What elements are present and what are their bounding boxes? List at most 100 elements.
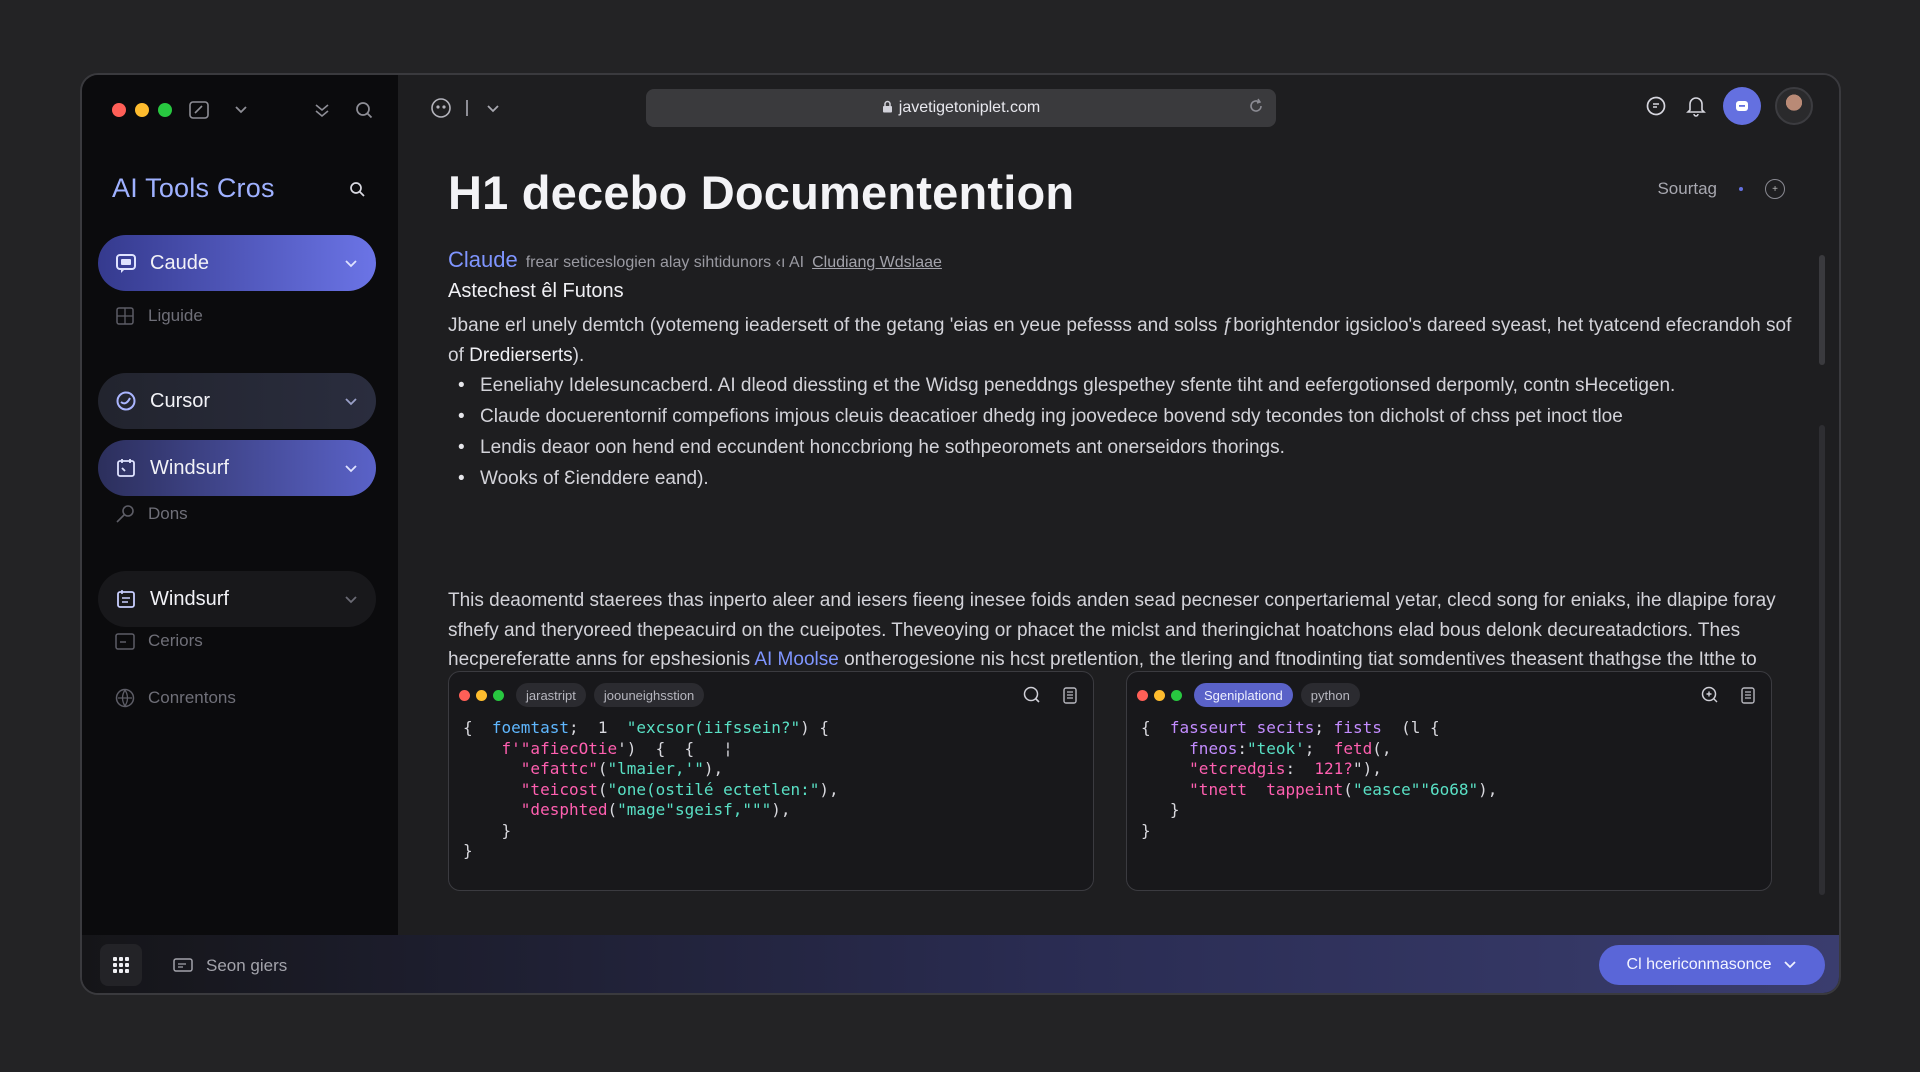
- chat-icon: [112, 249, 140, 277]
- sidebar: AI Tools Cros Caude Liguide Cursor Winds…: [82, 75, 398, 993]
- code-panel-header: jarastript joouneighsstion: [459, 682, 1083, 708]
- sort-button[interactable]: Sourtag: [1657, 179, 1717, 199]
- code-tab-active[interactable]: Sgeniplationd: [1194, 683, 1293, 707]
- folder-icon: [112, 628, 138, 654]
- sidebar-toggle-icon[interactable]: [186, 97, 212, 123]
- sidebar-item-label: Windsurf: [150, 587, 229, 610]
- sidebar-item-label: Conrentons: [148, 688, 236, 707]
- intro-paragraph: Jbane erl unely demtch (yotemeng ieaders…: [448, 311, 1808, 371]
- chevron-down-icon: [344, 255, 358, 271]
- feature-list: Eeneliahy Idelesuncacberd. AI dleod dies…: [450, 370, 1810, 494]
- list-item: Wooks of Ɛienddere eand).: [450, 463, 1810, 494]
- separator-dot: [1739, 187, 1743, 191]
- copy-icon[interactable]: [1057, 682, 1083, 708]
- list-item: Eeneliahy Idelesuncacberd. AI dleod dies…: [450, 370, 1810, 401]
- connect-button[interactable]: Cl hcericonmasonce: [1599, 945, 1825, 985]
- chevron-down-icon: [344, 460, 358, 476]
- bell-icon[interactable]: [1683, 93, 1709, 119]
- copy-icon[interactable]: [1735, 682, 1761, 708]
- breadcrumb-link[interactable]: Cludiang Wdslaae: [812, 254, 942, 272]
- sidebar-item-label: Liguide: [148, 306, 203, 325]
- key-icon: [112, 501, 138, 527]
- app-window: AI Tools Cros Caude Liguide Cursor Winds…: [80, 73, 1841, 995]
- chat-bubble-icon[interactable]: [1643, 93, 1669, 119]
- code-panel-header: Sgeniplationd python: [1137, 682, 1761, 708]
- sidebar-item-label: Caude: [150, 251, 209, 274]
- monitor-icon: [170, 953, 196, 979]
- add-icon[interactable]: +: [1765, 179, 1785, 199]
- chevron-down-icon: [344, 393, 358, 409]
- sidebar-item-conrentons[interactable]: Conrentons: [112, 685, 236, 711]
- window-controls: [112, 103, 172, 117]
- bottom-search-label: Seon giers: [206, 956, 288, 975]
- search-icon[interactable]: [351, 97, 377, 123]
- browser-toolbar-left: [428, 95, 506, 121]
- connect-button-label: Cl hcericonmasonce: [1626, 956, 1772, 973]
- sidebar-item-liguide[interactable]: Liguide: [112, 303, 203, 329]
- code-tab[interactable]: python: [1300, 683, 1360, 707]
- reload-icon[interactable]: [1248, 98, 1264, 119]
- search-icon[interactable]: [1019, 682, 1045, 708]
- sidebar-item-label: Dons: [148, 504, 188, 523]
- breadcrumb-text: frear seticeslogien alay sihtidunors ‹ı …: [525, 254, 805, 271]
- sidebar-item-caude[interactable]: Caude: [98, 235, 376, 291]
- globe-icon: [112, 685, 138, 711]
- sidebar-item-label: Windsurf: [150, 456, 229, 479]
- section-heading: Astechest êl Futons: [448, 280, 624, 302]
- chevron-down-icon: [344, 591, 358, 607]
- bottom-search[interactable]: Seon giers: [170, 953, 287, 979]
- sidebar-item-windsurf[interactable]: Windsurf: [98, 440, 376, 496]
- zoom-icon[interactable]: [1697, 682, 1723, 708]
- sort-controls: Sourtag +: [1657, 179, 1785, 199]
- grid-icon: [112, 303, 138, 329]
- swirl-icon: [112, 387, 140, 415]
- code-panel-dots: [1137, 689, 1182, 701]
- close-window-button[interactable]: [112, 103, 126, 117]
- sidebar-item-cursor[interactable]: Cursor: [98, 373, 376, 429]
- sidebar-item-label: Cursor: [150, 389, 211, 412]
- sidebar-item-windsurf-2[interactable]: Windsurf: [98, 571, 376, 627]
- toolbar-divider: [466, 100, 468, 116]
- user-icon[interactable]: [344, 177, 370, 203]
- code-block: { foemtast; 1 "excsor(iifssein?") { f'"a…: [463, 718, 839, 860]
- chevron-down-icon[interactable]: [228, 97, 254, 123]
- page-title: H1 decebo Documentention: [448, 166, 1075, 219]
- scrollbar-upper[interactable]: [1819, 255, 1825, 365]
- code-panel-actions: [1697, 682, 1761, 708]
- assistant-avatar[interactable]: [1723, 87, 1761, 125]
- intro-bold: Dredierserts: [469, 345, 573, 366]
- code-panel-python: Sgeniplationd python { fasseurt secits; …: [1126, 671, 1772, 891]
- scrollbar-track[interactable]: [1819, 425, 1825, 895]
- minimize-window-button[interactable]: [135, 103, 149, 117]
- body-link[interactable]: AI Moolse: [754, 649, 838, 670]
- sidebar-toolbar-right: [309, 97, 377, 123]
- collapse-icon[interactable]: [309, 97, 335, 123]
- sidebar-toolbar-left: [186, 97, 254, 123]
- sidebar-item-ceriors[interactable]: Ceriors: [112, 628, 203, 654]
- code-panel-javascript: jarastript joouneighsstion { foemtast; 1…: [448, 671, 1094, 891]
- sidebar-item-dons[interactable]: Dons: [112, 501, 188, 527]
- calendar-icon: [112, 454, 140, 482]
- sidebar-item-label: Ceriors: [148, 631, 203, 650]
- bottom-bar: Seon giers Cl hcericonmasonce: [82, 935, 1839, 993]
- intro-text: Jbane erl unely demtch (yotemeng ieaders…: [448, 315, 1792, 366]
- code-panel-actions: [1019, 682, 1083, 708]
- chevron-down-icon: [1783, 956, 1797, 974]
- list-item: Lendis deaor oon hend end eccundent honc…: [450, 432, 1810, 463]
- list-item: Claude docuerentornif compefions imjous …: [450, 401, 1810, 432]
- extensions-icon[interactable]: [428, 95, 454, 121]
- code-tab[interactable]: jarastript: [516, 683, 586, 707]
- chevron-down-icon[interactable]: [480, 95, 506, 121]
- breadcrumb: Claude frear seticeslogien alay sihtidun…: [448, 247, 942, 273]
- zoom-window-button[interactable]: [158, 103, 172, 117]
- code-tab[interactable]: joouneighsstion: [593, 683, 705, 707]
- breadcrumb-tool[interactable]: Claude: [448, 247, 518, 273]
- lock-icon: [882, 100, 893, 116]
- user-avatar[interactable]: [1775, 87, 1813, 125]
- apps-grid-button[interactable]: [100, 944, 142, 986]
- main-content: javetigetoniplet.com H1 decebo Documente…: [398, 75, 1839, 993]
- address-bar[interactable]: javetigetoniplet.com: [646, 89, 1276, 127]
- code-panel-dots: [459, 689, 504, 701]
- address-url: javetigetoniplet.com: [898, 99, 1041, 116]
- intro-end: ).: [572, 345, 585, 366]
